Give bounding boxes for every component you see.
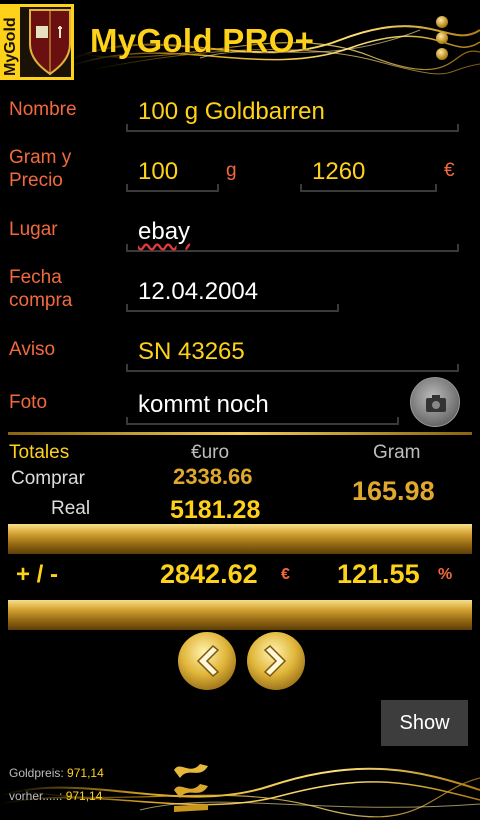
camera-icon bbox=[426, 395, 446, 412]
buy-label: Comprar bbox=[11, 468, 85, 489]
gold-price-label: Goldpreis: bbox=[9, 766, 64, 780]
price-value: 1260 bbox=[312, 158, 366, 185]
date-value: 12.04.2004 bbox=[138, 278, 259, 305]
date-label-line1: Fecha bbox=[9, 267, 62, 288]
summary-gold-bar-top bbox=[8, 524, 472, 554]
chevron-left-icon bbox=[196, 644, 220, 678]
svg-text:MyGold: MyGold bbox=[2, 17, 19, 76]
previous-button[interactable] bbox=[178, 632, 236, 690]
difference-unit: € bbox=[281, 566, 290, 583]
real-value: 5181.28 bbox=[170, 496, 261, 524]
previous-price-value: 971,14 bbox=[65, 789, 103, 803]
gold-price-row: Goldpreis: 971,14 bbox=[9, 766, 104, 780]
gold-bars-icon[interactable] bbox=[170, 756, 216, 814]
gram-price-label-line1: Gram y bbox=[9, 147, 72, 168]
camera-button[interactable] bbox=[410, 377, 460, 427]
real-label: Real bbox=[51, 498, 91, 519]
note-label: Aviso bbox=[9, 339, 56, 360]
photo-field[interactable]: kommt noch bbox=[126, 383, 399, 425]
buy-value: 2338.66 bbox=[173, 464, 253, 489]
show-button[interactable]: Show bbox=[381, 700, 468, 746]
app-logo: MyGold bbox=[0, 4, 74, 80]
gram-total-value: 165.98 bbox=[352, 476, 435, 506]
difference-value: 2842.62 bbox=[160, 559, 258, 589]
chevron-right-icon bbox=[263, 644, 287, 678]
name-value: 100 g Goldbarren bbox=[138, 98, 325, 125]
gold-price-value: 971,14 bbox=[67, 766, 104, 780]
grams-field[interactable]: 100 bbox=[126, 150, 219, 192]
footer: Goldpreis: 971,14 vorher.....: 971,14 bbox=[0, 750, 480, 820]
name-label: Nombre bbox=[9, 99, 77, 120]
overflow-menu-icon[interactable] bbox=[432, 16, 452, 68]
date-label: Fecha compra bbox=[9, 266, 72, 312]
footer-gold-swirl bbox=[0, 767, 480, 818]
totals-header: Totales bbox=[9, 442, 70, 463]
date-field[interactable]: 12.04.2004 bbox=[126, 270, 339, 312]
euro-column-header: €uro bbox=[191, 442, 230, 463]
summary-divider bbox=[8, 432, 472, 435]
gram-column-header: Gram bbox=[373, 442, 421, 463]
summary-gold-bar-bottom bbox=[8, 600, 472, 630]
grams-unit: g bbox=[226, 160, 237, 181]
previous-price-label: vorher.....: bbox=[9, 789, 63, 803]
place-field[interactable]: ebay bbox=[126, 210, 459, 252]
app-title: MyGold PRO+ bbox=[90, 22, 315, 59]
price-unit: € bbox=[444, 160, 455, 181]
difference-percent-unit: % bbox=[438, 566, 453, 583]
gram-price-label-line2: Precio bbox=[9, 170, 63, 191]
note-value: SN 43265 bbox=[138, 338, 245, 365]
note-field[interactable]: SN 43265 bbox=[126, 330, 459, 372]
place-value: ebay bbox=[138, 218, 191, 245]
app-header: MyGold MyGold PRO+ bbox=[0, 0, 480, 84]
difference-label: + / - bbox=[16, 561, 59, 588]
photo-value: kommt noch bbox=[138, 391, 269, 418]
grams-value: 100 bbox=[138, 158, 179, 185]
place-label: Lugar bbox=[9, 219, 58, 240]
price-field[interactable]: 1260 bbox=[300, 150, 437, 192]
name-field[interactable]: 100 g Goldbarren bbox=[126, 90, 459, 132]
difference-percent: 121.55 bbox=[337, 559, 420, 589]
gram-price-label: Gram y Precio bbox=[9, 146, 71, 192]
previous-price-row: vorher.....: 971,14 bbox=[9, 789, 102, 803]
next-button[interactable] bbox=[247, 632, 305, 690]
date-label-line2: compra bbox=[9, 290, 73, 311]
photo-label: Foto bbox=[9, 392, 48, 413]
